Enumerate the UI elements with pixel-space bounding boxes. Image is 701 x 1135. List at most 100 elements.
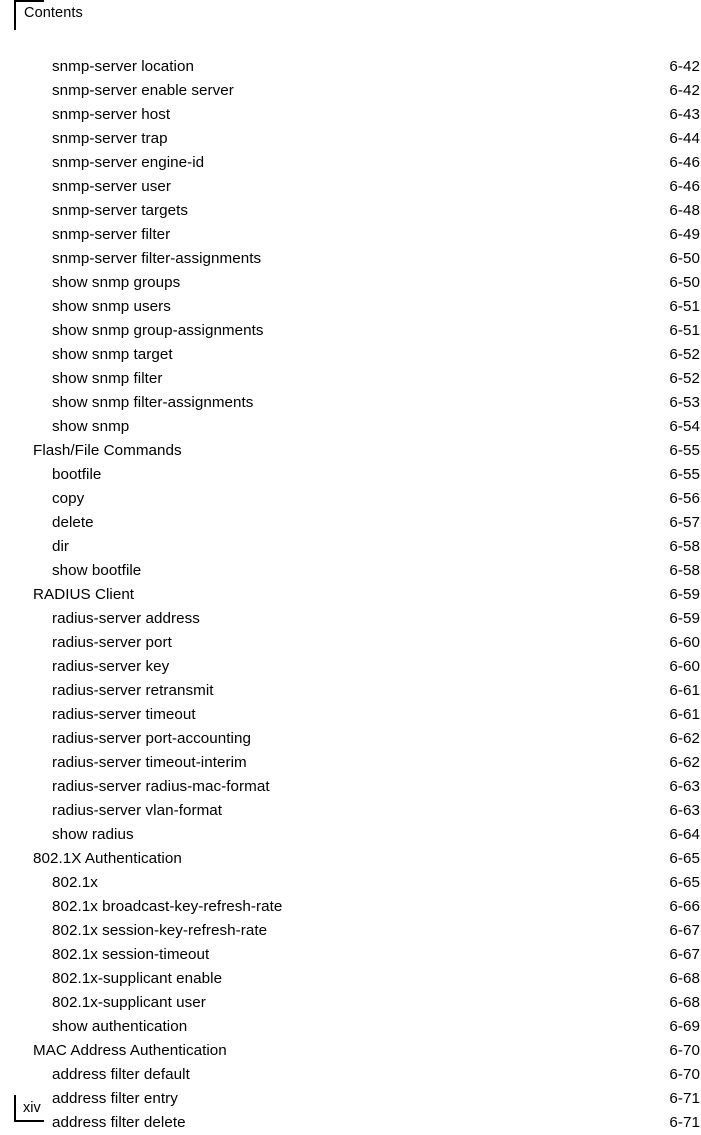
- toc-entry[interactable]: radius-server radius-mac-format 6-63: [0, 775, 701, 799]
- toc-entry-label: show snmp: [52, 418, 130, 435]
- toc-entry[interactable]: radius-server retransmit 6-61: [0, 679, 701, 703]
- toc-entry[interactable]: snmp-server filter-assignments 6-50: [0, 247, 701, 271]
- toc-entry[interactable]: 802.1x 6-65: [0, 871, 701, 895]
- toc-entry-page: 6-51: [669, 322, 700, 339]
- toc-entry-label: radius-server key: [52, 658, 170, 675]
- toc-entry[interactable]: 802.1x broadcast-key-refresh-rate 6-66: [0, 895, 701, 919]
- toc-entry-label: show radius: [52, 826, 134, 843]
- toc-entry-page: 6-55: [669, 466, 700, 483]
- toc-entry[interactable]: radius-server timeout 6-61: [0, 703, 701, 727]
- toc-entry[interactable]: 802.1x session-timeout 6-67: [0, 943, 701, 967]
- toc-entry-page: 6-60: [669, 658, 700, 675]
- toc-entry-page: 6-58: [669, 562, 700, 579]
- toc-entry[interactable]: radius-server key 6-60: [0, 655, 701, 679]
- toc-entry-label: snmp-server enable server: [52, 82, 234, 99]
- toc-entry[interactable]: show snmp groups 6-50: [0, 271, 701, 295]
- toc-entry[interactable]: MAC Address Authentication 6-70: [0, 1039, 701, 1063]
- toc-entry[interactable]: show snmp target 6-52: [0, 343, 701, 367]
- toc-entry-label: radius-server vlan-format: [52, 802, 223, 819]
- toc-entry-label: dir: [52, 538, 70, 555]
- toc-entry[interactable]: radius-server port-accounting 6-62: [0, 727, 701, 751]
- header-rule-top: [14, 0, 44, 2]
- toc-entry-page: 6-60: [669, 634, 700, 651]
- toc-entry-label: snmp-server engine-id: [52, 154, 205, 171]
- toc-entry-label: RADIUS Client: [33, 586, 135, 603]
- toc-entry-page: 6-43: [669, 106, 700, 123]
- toc-entry-label: 802.1x broadcast-key-refresh-rate: [52, 898, 283, 915]
- toc-entry[interactable]: snmp-server targets 6-48: [0, 199, 701, 223]
- toc-entry-page: 6-61: [669, 682, 700, 699]
- toc-entry[interactable]: snmp-server trap 6-44: [0, 127, 701, 151]
- toc-entry-page: 6-66: [669, 898, 700, 915]
- toc-entry-label: radius-server timeout: [52, 706, 196, 723]
- toc-entry-page: 6-52: [669, 370, 700, 387]
- toc-entry-label: 802.1x-supplicant user: [52, 994, 206, 1011]
- toc-entry-label: show snmp filter-assignments: [52, 394, 254, 411]
- toc-entry-page: 6-68: [669, 994, 700, 1011]
- toc-entry[interactable]: 802.1x-supplicant user 6-68: [0, 991, 701, 1015]
- toc-entry[interactable]: delete 6-57: [0, 511, 701, 535]
- toc-entry-label: snmp-server filter-assignments: [52, 250, 262, 267]
- toc-entry-page: 6-42: [669, 82, 700, 99]
- toc-entry[interactable]: snmp-server filter 6-49: [0, 223, 701, 247]
- toc-entry[interactable]: snmp-server location 6-42: [0, 55, 701, 79]
- toc-entry[interactable]: bootfile 6-55: [0, 463, 701, 487]
- toc-entry-page: 6-71: [669, 1114, 700, 1131]
- toc-entry-label: Flash/File Commands: [33, 442, 182, 459]
- toc-entry[interactable]: radius-server address 6-59: [0, 607, 701, 631]
- toc-entry-label: show snmp filter: [52, 370, 163, 387]
- running-header: Contents: [0, 0, 260, 32]
- toc-entry[interactable]: show snmp filter-assignments 6-53: [0, 391, 701, 415]
- toc-entry[interactable]: snmp-server host 6-43: [0, 103, 701, 127]
- toc-entry[interactable]: show snmp filter 6-52: [0, 367, 701, 391]
- toc-entry-label: snmp-server trap: [52, 130, 168, 147]
- footer-rule-left: [14, 1095, 16, 1122]
- toc-entry[interactable]: show snmp group-assignments 6-51: [0, 319, 701, 343]
- toc-entry-page: 6-61: [669, 706, 700, 723]
- toc-entry[interactable]: snmp-server user 6-46: [0, 175, 701, 199]
- toc-entry[interactable]: show snmp 6-54: [0, 415, 701, 439]
- toc-entry-page: 6-48: [669, 202, 700, 219]
- toc-entry-page: 6-58: [669, 538, 700, 555]
- toc-entry[interactable]: dir 6-58: [0, 535, 701, 559]
- toc-entry-page: 6-65: [669, 850, 700, 867]
- toc-entry-label: radius-server port: [52, 634, 172, 651]
- toc-entry[interactable]: show authentication 6-69: [0, 1015, 701, 1039]
- toc-entry[interactable]: 802.1x-supplicant enable 6-68: [0, 967, 701, 991]
- toc-entry[interactable]: Flash/File Commands 6-55: [0, 439, 701, 463]
- toc-entry-page: 6-50: [669, 250, 700, 267]
- toc-entry[interactable]: snmp-server engine-id 6-46: [0, 151, 701, 175]
- toc-entry-page: 6-70: [669, 1066, 700, 1083]
- toc-entry-label: snmp-server filter: [52, 226, 171, 243]
- toc-entry-label: radius-server radius-mac-format: [52, 778, 270, 795]
- toc-entry-page: 6-49: [669, 226, 700, 243]
- header-title: Contents: [24, 5, 83, 21]
- toc-entry-label: 802.1x session-key-refresh-rate: [52, 922, 268, 939]
- toc-entry[interactable]: show snmp users 6-51: [0, 295, 701, 319]
- toc-entry-page: 6-68: [669, 970, 700, 987]
- toc-entry[interactable]: radius-server port 6-60: [0, 631, 701, 655]
- toc-entry-label: show snmp group-assignments: [52, 322, 264, 339]
- toc-entry-page: 6-52: [669, 346, 700, 363]
- toc-entry[interactable]: copy 6-56: [0, 487, 701, 511]
- toc-entry-label: snmp-server location: [52, 58, 194, 75]
- toc-entry-label: show snmp users: [52, 298, 171, 315]
- toc-entry-page: 6-65: [669, 874, 700, 891]
- toc-entry[interactable]: show bootfile 6-58: [0, 559, 701, 583]
- toc-entry-page: 6-63: [669, 778, 700, 795]
- toc-entry[interactable]: RADIUS Client 6-59: [0, 583, 701, 607]
- toc-entry[interactable]: snmp-server enable server 6-42: [0, 79, 701, 103]
- toc-entry-page: 6-57: [669, 514, 700, 531]
- toc-entry[interactable]: 802.1x session-key-refresh-rate 6-67: [0, 919, 701, 943]
- page-footer: xiv: [0, 1082, 260, 1122]
- toc-entry-page: 6-53: [669, 394, 700, 411]
- toc-entry-page: 6-62: [669, 730, 700, 747]
- toc-entry[interactable]: radius-server timeout-interim 6-62: [0, 751, 701, 775]
- toc-entry[interactable]: radius-server vlan-format 6-63: [0, 799, 701, 823]
- toc-entry[interactable]: 802.1X Authentication 6-65: [0, 847, 701, 871]
- toc-entry[interactable]: show radius 6-64: [0, 823, 701, 847]
- toc-entry-page: 6-62: [669, 754, 700, 771]
- toc-entry-label: snmp-server targets: [52, 202, 188, 219]
- toc-entry-label: 802.1x session-timeout: [52, 946, 210, 963]
- page-number: xiv: [23, 1100, 41, 1116]
